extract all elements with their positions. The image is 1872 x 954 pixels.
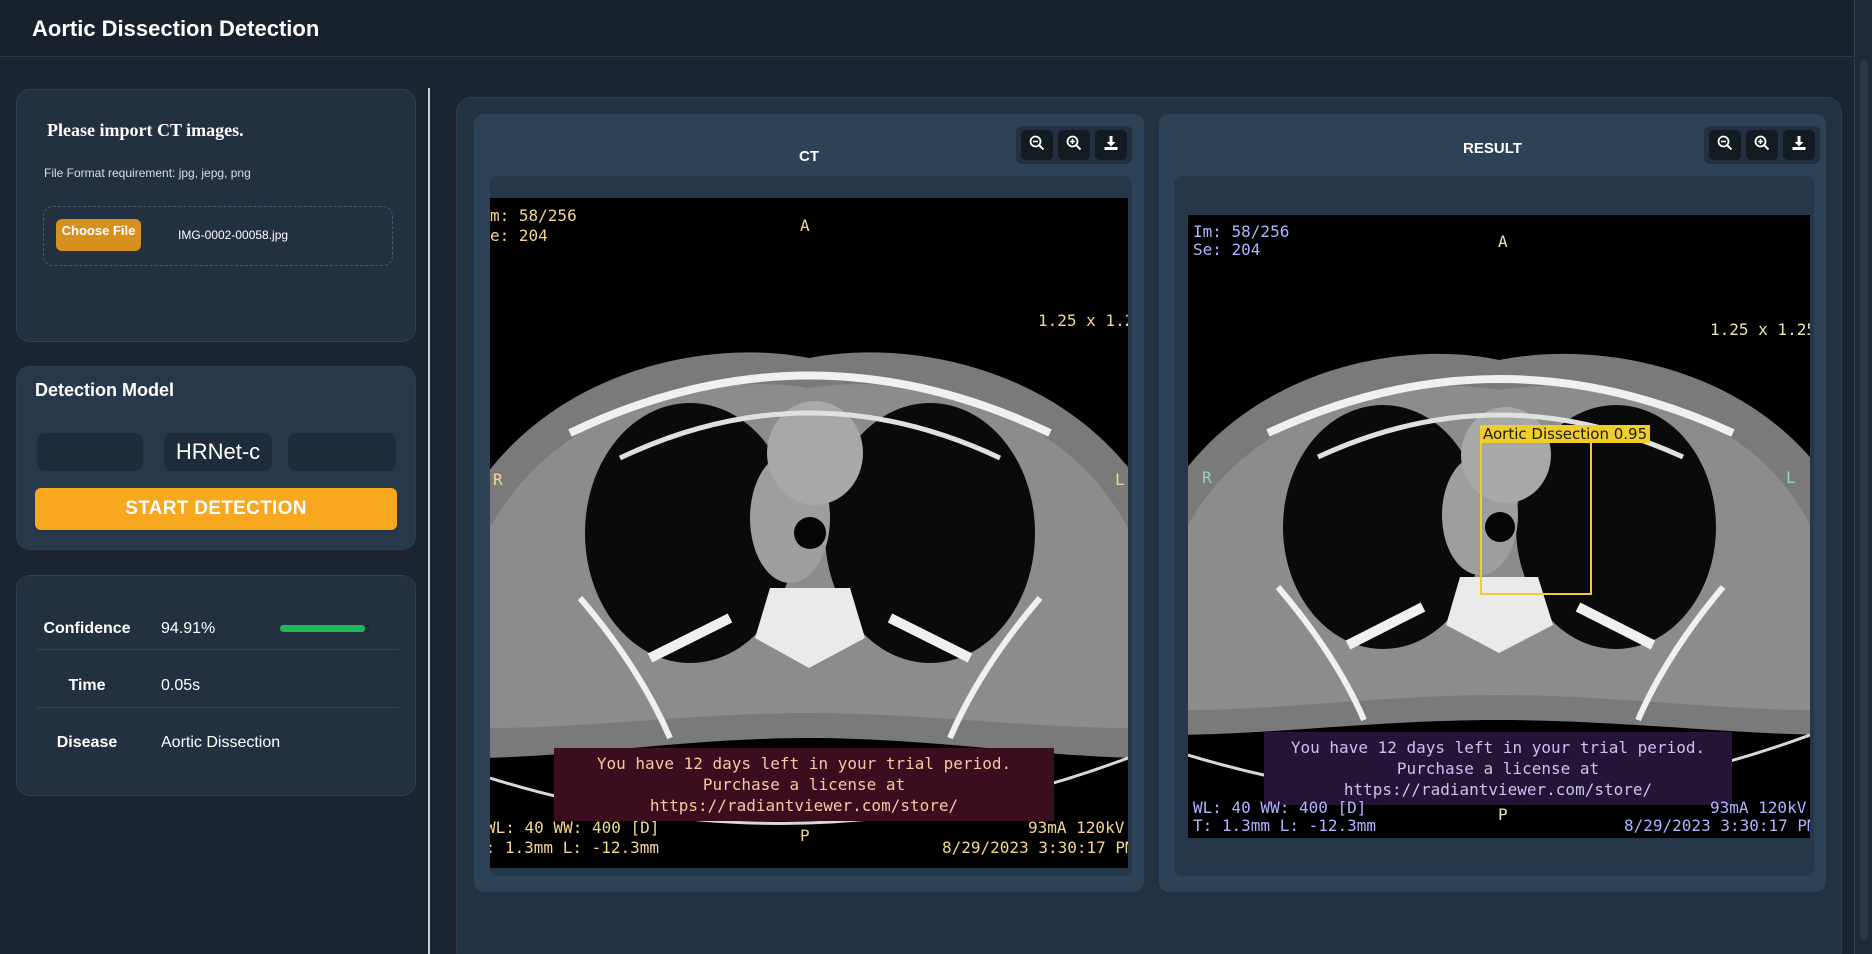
sidebar-divider [428,88,430,954]
ct-trial-notice: You have 12 days left in your trial peri… [554,748,1054,821]
ct-datetime: 8/29/2023 3:30:17 PM [942,838,1128,857]
ct-pixel-spacing: 1.25 x 1.25 [1038,311,1128,330]
ct-trial-line-1: You have 12 days left in your trial peri… [596,754,1012,773]
result-scan-image[interactable]: Im: 58/256 Se: 204 A 1.25 x 1.25 R L Aor… [1188,215,1810,838]
result-orientation-right: R [1202,468,1212,487]
confidence-progress-fill [280,625,366,632]
time-label: Time [68,677,106,694]
page-scrollbar[interactable] [1854,0,1872,954]
ct-orientation-posterior: P [800,826,810,845]
confidence-label: Confidence [43,620,131,637]
format-note: File Format requirement: jpg, jepg, png [44,166,251,180]
page-scrollbar-thumb[interactable] [1860,60,1868,940]
result-image-index: Im: 58/256 [1193,222,1290,241]
ct-scan-image[interactable]: m: 58/256 e: 204 A 1.25 x 1.25 R L You h… [490,198,1128,868]
time-row: Time 0.05s [37,650,399,708]
result-slice-thickness: T: 1.3mm L: -12.3mm [1193,816,1377,835]
results-stats-card: Confidence 94.91% Time 0.05s Disease Aor… [16,575,416,796]
ct-orientation-anterior: A [800,216,810,235]
download-icon [1791,135,1807,156]
ct-trial-line-2: Purchase a license at https://radiantvie… [649,775,959,815]
start-detection-button[interactable]: START DETECTION [35,488,397,530]
model-option-1[interactable] [37,433,143,471]
model-option-hrnet-c[interactable]: HRNet-c [164,433,272,471]
result-trial-line-2: Purchase a license at https://radiantvie… [1343,759,1653,799]
ct-orientation-right: R [493,470,503,489]
file-dropzone[interactable]: Choose File IMG-0002-00058.jpg [43,206,393,266]
time-value: 0.05s [161,677,201,694]
ct-image-frame: m: 58/256 e: 204 A 1.25 x 1.25 R L You h… [490,176,1132,876]
viewer-panel: CT m: 58/256 e: 204 A 1.25 x 1. R L You … [456,97,1842,954]
result-trial-notice: You have 12 days left in your trial peri… [1264,732,1732,805]
result-window-level: WL: 40 WW: 400 [D] [1193,798,1367,817]
disease-label: Disease [56,734,118,751]
selected-file-name: IMG-0002-00058.jpg [178,228,289,242]
ct-image-index: m: 58/256 [490,206,577,225]
confidence-progress-bar [280,625,370,632]
result-download-button[interactable] [1783,130,1815,160]
zoom-out-icon [1029,135,1045,156]
result-orientation-posterior: P [1498,805,1508,824]
confidence-row: Confidence 94.91% [37,592,399,650]
ct-slice-thickness: T: 1.3mm L: -12.3mm [490,838,660,857]
disease-row: Disease Aortic Dissection [37,708,399,766]
result-toolbar [1704,126,1820,164]
detection-model-title: Detection Model [35,380,175,400]
result-trial-line-1: You have 12 days left in your trial peri… [1290,738,1706,757]
ct-exposure: 93mA 120kV [1028,818,1125,837]
detection-bounding-box[interactable] [1480,441,1592,595]
ct-series-number: e: 204 [490,226,548,245]
detection-label: Aortic Dissection 0.95 [1480,425,1651,443]
result-viewer: RESULT Im: 58/256 Se: 204 A 1.25 x 1.25 … [1159,114,1826,892]
ct-window-level: WL: 40 WW: 400 [D] [490,818,660,837]
download-icon [1103,135,1119,156]
result-orientation-anterior: A [1498,232,1508,251]
result-orientation-left: L [1786,468,1796,487]
app-header: Aortic Dissection Detection [0,0,1872,57]
result-image-frame: Im: 58/256 Se: 204 A 1.25 x 1.25 R L Aor… [1174,176,1814,876]
detection-model-card: Detection Model HRNet-c START DETECTION [16,366,416,550]
import-title: Please import CT images. [47,120,244,140]
ct-toolbar [1016,126,1132,164]
zoom-in-icon [1066,135,1082,156]
result-zoom-out-button[interactable] [1709,130,1741,160]
result-series-number: Se: 204 [1193,240,1261,259]
app-title: Aortic Dissection Detection [32,16,320,41]
zoom-in-icon [1754,135,1770,156]
import-card: Please import CT images. File Format req… [16,89,416,342]
zoom-out-icon [1717,135,1733,156]
model-option-3[interactable] [288,433,396,471]
choose-file-button[interactable]: Choose File [56,219,141,251]
result-datetime: 8/29/2023 3:30:17 PM [1624,816,1810,835]
ct-orientation-left: L [1115,470,1125,489]
ct-download-button[interactable] [1095,130,1127,160]
result-zoom-in-button[interactable] [1746,130,1778,160]
ct-zoom-in-button[interactable] [1058,130,1090,160]
ct-zoom-out-button[interactable] [1021,130,1053,160]
result-pixel-spacing: 1.25 x 1.25 [1710,320,1810,339]
ct-viewer: CT m: 58/256 e: 204 A 1.25 x 1. R L You … [474,114,1144,892]
confidence-value: 94.91% [161,620,216,637]
result-exposure: 93mA 120kV [1710,798,1807,817]
disease-value: Aortic Dissection [161,734,281,751]
